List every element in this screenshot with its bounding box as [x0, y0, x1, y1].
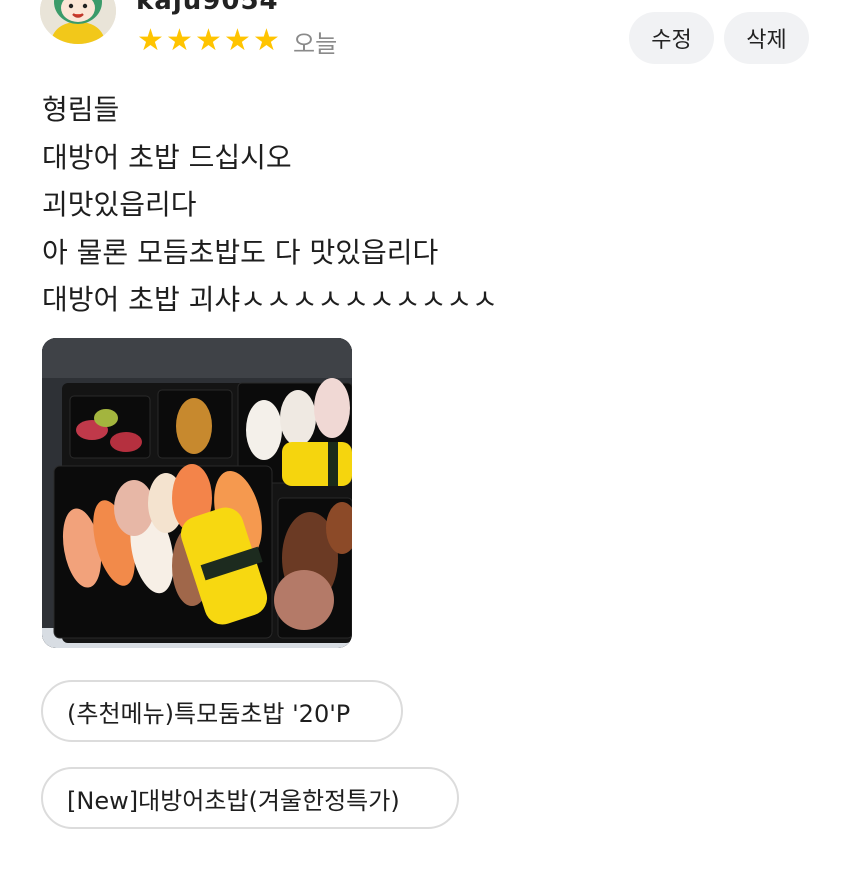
menu-tag[interactable]: (추천메뉴)특모둠초밥 '20'P	[41, 680, 403, 742]
star-icon: ★	[224, 23, 251, 58]
username[interactable]: kaju9054	[136, 0, 279, 16]
review-line: 아 물론 모듬초밥도 다 맛있읍리다	[42, 235, 439, 269]
star-icon: ★	[137, 23, 164, 58]
star-icon: ★	[166, 23, 193, 58]
review-photo[interactable]	[42, 338, 352, 648]
star-rating: ★ ★ ★ ★ ★	[136, 24, 281, 58]
star-icon: ★	[253, 23, 280, 58]
review-text: 형림들 대방어 초밥 드십시오 괴맛있읍리다 아 물론 모듬초밥도 다 맛있읍리…	[42, 86, 812, 324]
avatar-illustration	[40, 0, 116, 44]
review-line: 대방어 초밥 괴샤ㅅㅅㅅㅅㅅㅅㅅㅅㅅㅅ	[42, 283, 498, 316]
edit-button[interactable]: 수정	[629, 12, 714, 64]
review-line: 괴맛있읍리다	[42, 188, 197, 221]
review-line: 대방어 초밥 드십시오	[42, 140, 292, 174]
delete-button[interactable]: 삭제	[724, 12, 809, 64]
menu-tag[interactable]: [New]대방어초밥(겨울한정특가)	[41, 767, 459, 829]
sushi-tray-image	[42, 338, 352, 648]
review-line: 형림들	[42, 93, 120, 126]
review-date: 오늘	[293, 29, 338, 58]
star-icon: ★	[195, 23, 222, 58]
rating-row: ★ ★ ★ ★ ★ 오늘	[136, 24, 337, 58]
avatar[interactable]	[40, 0, 116, 44]
